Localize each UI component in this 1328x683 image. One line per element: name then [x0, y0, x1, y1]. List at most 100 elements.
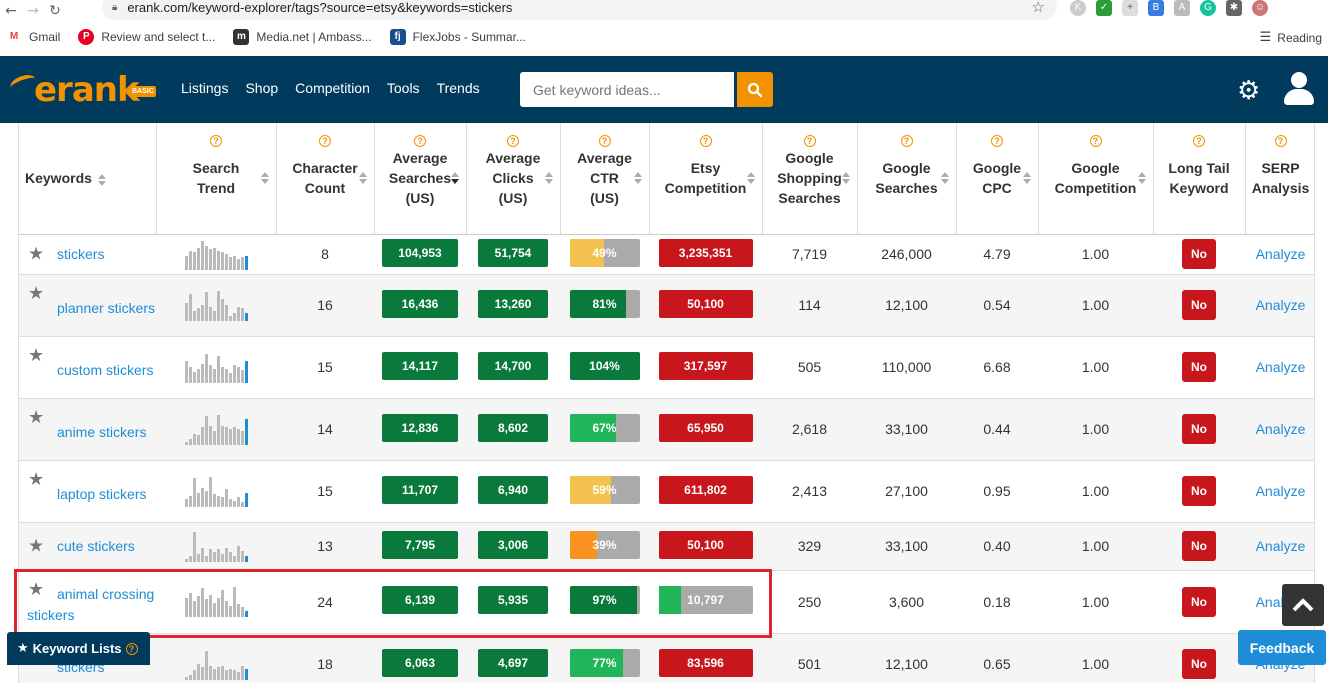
avg-searches-cell: 12,836	[374, 398, 466, 461]
col-average-ctr[interactable]: ? Average CTR (US)	[560, 123, 650, 235]
favorite-star-icon[interactable]: ★	[28, 283, 44, 304]
extension-blue-icon[interactable]: B	[1148, 0, 1164, 16]
analyze-link[interactable]: Analyze	[1256, 538, 1306, 554]
help-icon[interactable]: ?	[699, 135, 712, 147]
col-search-trend[interactable]: ? Search Trend	[156, 123, 277, 235]
extension-puzzle-icon[interactable]: A	[1174, 0, 1190, 16]
user-account-icon[interactable]	[1283, 72, 1315, 108]
help-icon[interactable]: ?	[1089, 135, 1102, 147]
sort-icon[interactable]	[359, 172, 367, 184]
bookmark-flexjobs[interactable]: fj FlexJobs - Summar...	[389, 29, 526, 45]
trend-sparkline	[184, 583, 248, 617]
bookmark-star-icon[interactable]: ☆	[1032, 0, 1045, 16]
col-serp-analysis: ? SERP Analysis	[1245, 123, 1314, 235]
chevron-up-icon	[1292, 598, 1314, 612]
bookmark-medianet[interactable]: m Media.net | Ambass...	[233, 29, 372, 45]
ctr-value: 59%	[592, 482, 617, 497]
favorite-star-icon[interactable]: ★	[28, 469, 44, 490]
keyword-lists-button[interactable]: ★ Keyword Lists ?	[7, 632, 150, 665]
help-icon[interactable]: ?	[414, 135, 426, 147]
bookmarks-bar: M Gmail P Review and select t... m Media…	[0, 26, 1328, 48]
favorite-star-icon[interactable]: ★	[28, 345, 44, 366]
sort-icon[interactable]	[941, 172, 949, 184]
forward-icon[interactable]: →	[22, 3, 44, 19]
nav-competition[interactable]: Competition	[295, 80, 370, 96]
col-google-cpc[interactable]: ? Google CPC	[956, 123, 1039, 235]
keyword-search-input[interactable]	[520, 72, 734, 107]
feedback-button[interactable]: Feedback	[1238, 630, 1326, 665]
star-icon: ★	[17, 641, 29, 656]
nav-listings[interactable]: Listings	[181, 80, 228, 96]
analyze-link[interactable]: Analyze	[1256, 483, 1306, 499]
scroll-to-top-button[interactable]	[1282, 584, 1324, 626]
bookmark-gmail[interactable]: M Gmail	[6, 29, 60, 45]
sort-desc-icon[interactable]	[451, 172, 459, 184]
sort-icon[interactable]	[545, 172, 553, 184]
help-icon[interactable]: ?	[1193, 135, 1205, 147]
analyze-link[interactable]: Analyze	[1256, 297, 1306, 313]
favorite-star-icon[interactable]: ★	[28, 244, 44, 265]
keyword-link[interactable]: animal crossing stickers	[27, 578, 156, 626]
extension-k-icon[interactable]: K	[1070, 0, 1086, 16]
trend-bar	[192, 251, 196, 270]
col-google-shopping[interactable]: ? Google Shopping Searches	[762, 123, 858, 235]
help-icon[interactable]: ?	[803, 135, 816, 147]
col-average-searches[interactable]: ? Average Searches (US)	[374, 123, 467, 235]
search-button[interactable]	[737, 72, 773, 107]
col-character-count[interactable]: ? Character Count	[276, 123, 375, 235]
keyword-link[interactable]: custom stickers	[27, 354, 153, 381]
keyword-link[interactable]: laptop stickers	[27, 478, 146, 505]
sort-icon[interactable]	[1023, 172, 1031, 184]
sort-icon[interactable]	[634, 172, 642, 184]
serp-cell: Analyze	[1245, 234, 1314, 275]
analyze-link[interactable]: Analyze	[1256, 359, 1306, 375]
nav-tools[interactable]: Tools	[387, 80, 420, 96]
extension-grammarly-icon[interactable]: G	[1200, 0, 1216, 16]
profile-avatar-icon[interactable]: ☺	[1252, 0, 1268, 16]
favorite-star-icon[interactable]: ★	[28, 579, 44, 600]
avg-searches-value: 6,063	[382, 648, 458, 677]
bookmark-pinterest[interactable]: P Review and select t...	[78, 29, 215, 45]
sort-icon[interactable]	[747, 172, 755, 184]
address-bar[interactable]: 🔒︎ erank.com/keyword-explorer/tags?sourc…	[102, 0, 1057, 20]
help-icon[interactable]: ?	[1274, 135, 1287, 147]
sort-icon[interactable]	[842, 172, 850, 184]
favorite-star-icon[interactable]: ★	[28, 407, 44, 428]
long-tail-badge: No	[1182, 290, 1216, 320]
help-icon[interactable]: ?	[507, 135, 519, 147]
nav-shop[interactable]: Shop	[245, 80, 278, 96]
extensions-icon[interactable]: ✱	[1226, 0, 1242, 16]
keyword-link[interactable]: planner stickers	[27, 292, 155, 319]
keyword-text: animal crossing stickers	[27, 585, 155, 623]
col-long-tail[interactable]: ? Long Tail Keyword	[1153, 123, 1246, 235]
help-icon[interactable]: ?	[319, 135, 331, 147]
sort-icon[interactable]	[98, 174, 106, 186]
reading-list[interactable]: ☰ Reading	[1260, 30, 1322, 45]
long-tail-badge: No	[1182, 414, 1216, 444]
favorite-star-icon[interactable]: ★	[28, 536, 44, 557]
extension-plus-icon[interactable]: +	[1122, 0, 1138, 16]
keyword-link[interactable]: anime stickers	[27, 416, 146, 443]
help-icon[interactable]: ?	[210, 135, 222, 147]
analyze-link[interactable]: Analyze	[1256, 246, 1306, 262]
reload-icon[interactable]: ↻	[44, 3, 66, 19]
erank-logo[interactable]: erank BASIC	[8, 70, 160, 110]
settings-gear-icon[interactable]: ⚙	[1237, 76, 1260, 106]
etsy-competition-value: 50,100	[658, 530, 753, 559]
sort-icon[interactable]	[1138, 172, 1146, 184]
sort-icon[interactable]	[261, 172, 269, 184]
help-icon[interactable]: ?	[598, 135, 611, 147]
col-google-competition[interactable]: ? Google Competition	[1038, 123, 1154, 235]
extension-check-icon[interactable]: ✓	[1096, 0, 1112, 16]
help-icon[interactable]: ?	[900, 135, 913, 147]
col-etsy-competition[interactable]: ? Etsy Competition	[649, 123, 763, 235]
analyze-link[interactable]: Analyze	[1256, 421, 1306, 437]
help-icon[interactable]: ?	[991, 135, 1003, 147]
help-icon[interactable]: ?	[125, 642, 138, 655]
back-icon[interactable]: ←	[0, 3, 22, 19]
col-average-clicks[interactable]: ? Average Clicks (US)	[466, 123, 561, 235]
avg-clicks-cell: 4,697	[466, 633, 560, 683]
col-google-searches[interactable]: ? Google Searches	[857, 123, 957, 235]
nav-trends[interactable]: Trends	[437, 80, 480, 96]
col-keywords[interactable]: Keywords	[19, 123, 157, 235]
